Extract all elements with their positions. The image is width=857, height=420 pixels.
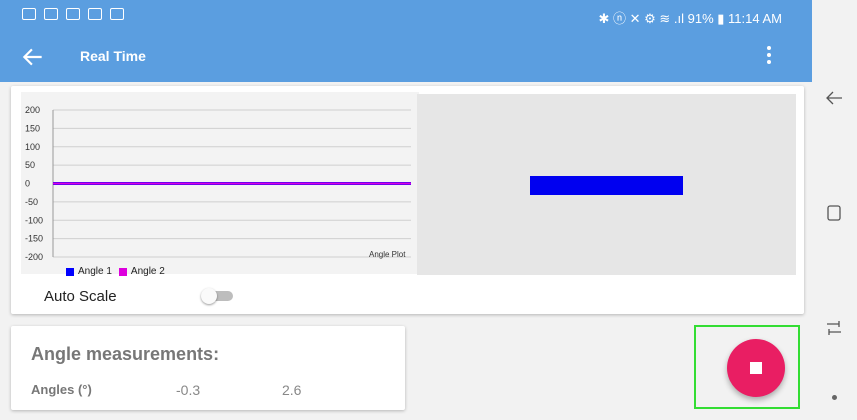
notification-icons [22,8,124,20]
app-bar: Real Time [0,32,812,82]
back-arrow-icon[interactable] [20,44,46,70]
y-tick-label: 150 [25,123,40,133]
y-tick-label: 50 [25,160,35,170]
y-tick-label: -50 [25,197,38,207]
angle-chart: 200 150 100 50 0 -50 -100 -150 -200 [25,105,411,262]
angle-bar [530,176,683,195]
legend-label-angle1: Angle 1 [78,266,112,277]
legend-label-angle2: Angle 2 [130,266,165,277]
plot-card: 200 150 100 50 0 -50 -100 -150 -200 Angle Plot A… [11,86,804,314]
legend-swatch-angle1 [66,267,74,276]
stop-button[interactable] [727,339,785,397]
gallery-icon [88,8,102,20]
measurements-card: Angle measurements: Angles (°) -0.3 2.6 [11,326,405,410]
y-tick-label: -150 [25,234,43,244]
page-title: Real Time [80,48,146,64]
nav-home-icon[interactable] [824,203,844,223]
nav-dot-icon[interactable] [824,388,844,408]
nav-back-icon[interactable] [824,88,844,108]
notification-icon [22,8,36,20]
angle-plot: 200 150 100 50 0 -50 -100 -150 -200 Angle Plot A… [21,92,419,277]
autoscale-label: Auto Scale [44,288,117,305]
y-tick-label: -200 [25,252,43,262]
y-tick-label: 0 [25,179,30,189]
dot [831,395,837,400]
y-tick-label: 200 [25,105,40,115]
angle-visualization [417,94,796,275]
toggle-knob [201,288,217,304]
status-bar: ✱ ⓝ ✕ ⚙ ≋ .ıl 91% ▮ 11:14 AM [0,0,812,32]
stop-icon [750,362,762,374]
nav-recents-icon[interactable] [824,318,844,338]
overflow-menu-icon[interactable] [766,46,772,68]
autoscale-toggle[interactable] [201,288,235,304]
angle1-value: -0.3 [176,382,201,398]
angles-label: Angles (°) [31,382,92,397]
measurements-heading: Angle measurements: [31,344,220,364]
y-tick-label: 100 [25,142,40,152]
chart-icon [110,8,124,20]
chart-legend: Angle 1 Angle 2 [66,266,165,277]
legend-swatch-angle2 [118,267,127,276]
navigation-bar [812,0,857,420]
wifi-call-icon [66,8,80,20]
status-right: ✱ ⓝ ✕ ⚙ ≋ .ıl 91% ▮ 11:14 AM [598,11,782,26]
wifi-icon [44,8,58,20]
angle2-value: 2.6 [282,382,302,398]
y-tick-label: -100 [25,215,43,225]
app-screen: ✱ ⓝ ✕ ⚙ ≋ .ıl 91% ▮ 11:14 AM Real Time 2… [0,0,812,420]
plot-caption: Angle Plot [369,250,406,259]
